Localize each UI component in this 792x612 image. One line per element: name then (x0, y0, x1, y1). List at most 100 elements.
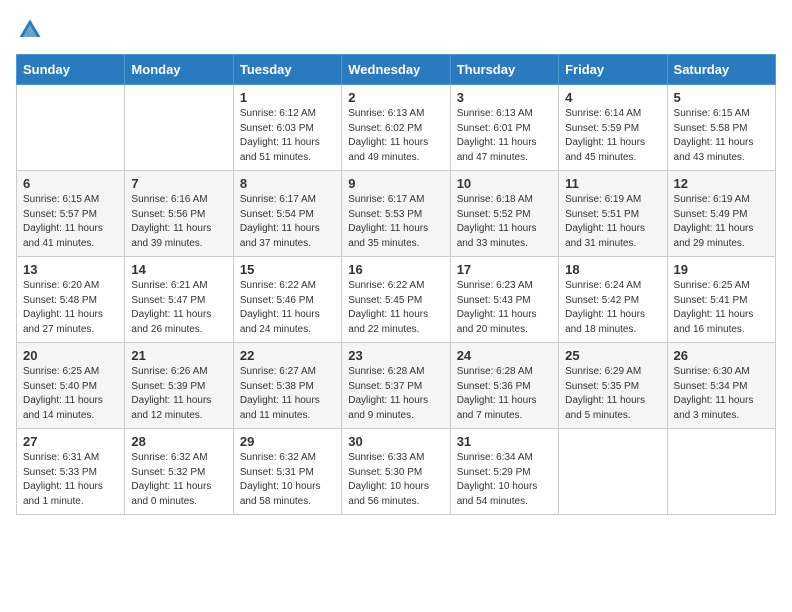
header (16, 16, 776, 44)
day-number: 17 (457, 262, 552, 277)
day-info: Sunrise: 6:17 AM Sunset: 5:54 PM Dayligh… (240, 193, 335, 251)
calendar-cell: 15 Sunrise: 6:22 AM Sunset: 5:46 PM Dayli… (233, 257, 341, 343)
calendar-cell: 24 Sunrise: 6:28 AM Sunset: 5:36 PM Dayli… (450, 343, 558, 429)
day-info: Sunrise: 6:32 AM Sunset: 5:31 PM Dayligh… (240, 451, 335, 509)
calendar-cell: 17 Sunrise: 6:23 AM Sunset: 5:43 PM Dayli… (450, 257, 558, 343)
calendar-cell: 10Sunrise: 6:18 AM Sunset: 5:52 PM Dayli… (450, 171, 558, 257)
day-info: Sunrise: 6:31 AM Sunset: 5:33 PM Dayligh… (23, 451, 118, 509)
weekday-header-wednesday: Wednesday (342, 55, 450, 85)
day-number: 9 (348, 176, 443, 191)
weekday-header-sunday: Sunday (17, 55, 125, 85)
day-number: 14 (131, 262, 226, 277)
calendar-cell (125, 85, 233, 171)
weekday-header-tuesday: Tuesday (233, 55, 341, 85)
day-info: Sunrise: 6:19 AM Sunset: 5:49 PM Dayligh… (674, 193, 769, 251)
calendar-cell: 9 Sunrise: 6:17 AM Sunset: 5:53 PM Daylig… (342, 171, 450, 257)
day-info: Sunrise: 6:26 AM Sunset: 5:39 PM Dayligh… (131, 365, 226, 423)
calendar-cell (17, 85, 125, 171)
day-info: Sunrise: 6:23 AM Sunset: 5:43 PM Dayligh… (457, 279, 552, 337)
day-number: 3 (457, 90, 552, 105)
day-number: 6 (23, 176, 118, 191)
calendar-cell: 3 Sunrise: 6:13 AM Sunset: 6:01 PM Daylig… (450, 85, 558, 171)
weekday-header-thursday: Thursday (450, 55, 558, 85)
day-number: 18 (565, 262, 660, 277)
calendar-cell: 27 Sunrise: 6:31 AM Sunset: 5:33 PM Dayli… (17, 429, 125, 515)
day-number: 31 (457, 434, 552, 449)
weekday-header-monday: Monday (125, 55, 233, 85)
calendar-cell: 5Sunrise: 6:15 AM Sunset: 5:58 PM Daylig… (667, 85, 775, 171)
calendar-cell: 1Sunrise: 6:12 AM Sunset: 6:03 PM Daylig… (233, 85, 341, 171)
day-number: 4 (565, 90, 660, 105)
day-info: Sunrise: 6:16 AM Sunset: 5:56 PM Dayligh… (131, 193, 226, 251)
calendar-week-2: 6 Sunrise: 6:15 AM Sunset: 5:57 PM Daylig… (17, 171, 776, 257)
day-number: 2 (348, 90, 443, 105)
calendar-cell (559, 429, 667, 515)
day-number: 5 (674, 90, 769, 105)
calendar-week-1: 1Sunrise: 6:12 AM Sunset: 6:03 PM Daylig… (17, 85, 776, 171)
day-info: Sunrise: 6:28 AM Sunset: 5:36 PM Dayligh… (457, 365, 552, 423)
calendar-cell: 4Sunrise: 6:14 AM Sunset: 5:59 PM Daylig… (559, 85, 667, 171)
day-info: Sunrise: 6:25 AM Sunset: 5:41 PM Dayligh… (674, 279, 769, 337)
day-info: Sunrise: 6:13 AM Sunset: 6:01 PM Dayligh… (457, 107, 552, 165)
day-number: 23 (348, 348, 443, 363)
calendar-cell: 29 Sunrise: 6:32 AM Sunset: 5:31 PM Dayli… (233, 429, 341, 515)
day-info: Sunrise: 6:22 AM Sunset: 5:46 PM Dayligh… (240, 279, 335, 337)
calendar-header-row: SundayMondayTuesdayWednesdayThursdayFrid… (17, 55, 776, 85)
calendar-week-5: 27 Sunrise: 6:31 AM Sunset: 5:33 PM Dayli… (17, 429, 776, 515)
calendar-cell: 23 Sunrise: 6:28 AM Sunset: 5:37 PM Dayli… (342, 343, 450, 429)
calendar-cell: 30 Sunrise: 6:33 AM Sunset: 5:30 PM Dayli… (342, 429, 450, 515)
day-number: 15 (240, 262, 335, 277)
day-number: 22 (240, 348, 335, 363)
weekday-header-friday: Friday (559, 55, 667, 85)
logo-icon (16, 16, 44, 44)
day-info: Sunrise: 6:28 AM Sunset: 5:37 PM Dayligh… (348, 365, 443, 423)
calendar-cell: 26 Sunrise: 6:30 AM Sunset: 5:34 PM Dayli… (667, 343, 775, 429)
day-number: 13 (23, 262, 118, 277)
day-info: Sunrise: 6:13 AM Sunset: 6:02 PM Dayligh… (348, 107, 443, 165)
calendar-cell: 16 Sunrise: 6:22 AM Sunset: 5:45 PM Dayli… (342, 257, 450, 343)
day-info: Sunrise: 6:18 AM Sunset: 5:52 PM Dayligh… (457, 193, 552, 251)
calendar-cell: 6 Sunrise: 6:15 AM Sunset: 5:57 PM Daylig… (17, 171, 125, 257)
calendar-cell (667, 429, 775, 515)
calendar-cell: 8 Sunrise: 6:17 AM Sunset: 5:54 PM Daylig… (233, 171, 341, 257)
day-info: Sunrise: 6:20 AM Sunset: 5:48 PM Dayligh… (23, 279, 118, 337)
day-number: 11 (565, 176, 660, 191)
day-info: Sunrise: 6:29 AM Sunset: 5:35 PM Dayligh… (565, 365, 660, 423)
day-number: 1 (240, 90, 335, 105)
day-number: 8 (240, 176, 335, 191)
calendar-cell: 2 Sunrise: 6:13 AM Sunset: 6:02 PM Daylig… (342, 85, 450, 171)
day-number: 27 (23, 434, 118, 449)
day-info: Sunrise: 6:33 AM Sunset: 5:30 PM Dayligh… (348, 451, 443, 509)
day-number: 30 (348, 434, 443, 449)
day-number: 26 (674, 348, 769, 363)
calendar-week-3: 13 Sunrise: 6:20 AM Sunset: 5:48 PM Dayli… (17, 257, 776, 343)
day-number: 28 (131, 434, 226, 449)
calendar-table: SundayMondayTuesdayWednesdayThursdayFrid… (16, 54, 776, 515)
day-number: 24 (457, 348, 552, 363)
day-number: 29 (240, 434, 335, 449)
day-info: Sunrise: 6:34 AM Sunset: 5:29 PM Dayligh… (457, 451, 552, 509)
day-info: Sunrise: 6:19 AM Sunset: 5:51 PM Dayligh… (565, 193, 660, 251)
day-info: Sunrise: 6:24 AM Sunset: 5:42 PM Dayligh… (565, 279, 660, 337)
calendar-cell: 13 Sunrise: 6:20 AM Sunset: 5:48 PM Dayli… (17, 257, 125, 343)
day-info: Sunrise: 6:15 AM Sunset: 5:57 PM Dayligh… (23, 193, 118, 251)
day-info: Sunrise: 6:25 AM Sunset: 5:40 PM Dayligh… (23, 365, 118, 423)
calendar-cell: 22 Sunrise: 6:27 AM Sunset: 5:38 PM Dayli… (233, 343, 341, 429)
calendar-cell: 31 Sunrise: 6:34 AM Sunset: 5:29 PM Dayli… (450, 429, 558, 515)
calendar-cell: 25Sunrise: 6:29 AM Sunset: 5:35 PM Dayli… (559, 343, 667, 429)
day-info: Sunrise: 6:30 AM Sunset: 5:34 PM Dayligh… (674, 365, 769, 423)
day-info: Sunrise: 6:22 AM Sunset: 5:45 PM Dayligh… (348, 279, 443, 337)
calendar-cell: 14 Sunrise: 6:21 AM Sunset: 5:47 PM Dayli… (125, 257, 233, 343)
day-number: 19 (674, 262, 769, 277)
calendar-cell: 18 Sunrise: 6:24 AM Sunset: 5:42 PM Dayli… (559, 257, 667, 343)
calendar-week-4: 20Sunrise: 6:25 AM Sunset: 5:40 PM Dayli… (17, 343, 776, 429)
day-info: Sunrise: 6:17 AM Sunset: 5:53 PM Dayligh… (348, 193, 443, 251)
day-info: Sunrise: 6:32 AM Sunset: 5:32 PM Dayligh… (131, 451, 226, 509)
day-number: 7 (131, 176, 226, 191)
day-info: Sunrise: 6:21 AM Sunset: 5:47 PM Dayligh… (131, 279, 226, 337)
day-info: Sunrise: 6:27 AM Sunset: 5:38 PM Dayligh… (240, 365, 335, 423)
day-number: 16 (348, 262, 443, 277)
calendar-cell: 20Sunrise: 6:25 AM Sunset: 5:40 PM Dayli… (17, 343, 125, 429)
day-number: 12 (674, 176, 769, 191)
calendar-cell: 28 Sunrise: 6:32 AM Sunset: 5:32 PM Dayli… (125, 429, 233, 515)
